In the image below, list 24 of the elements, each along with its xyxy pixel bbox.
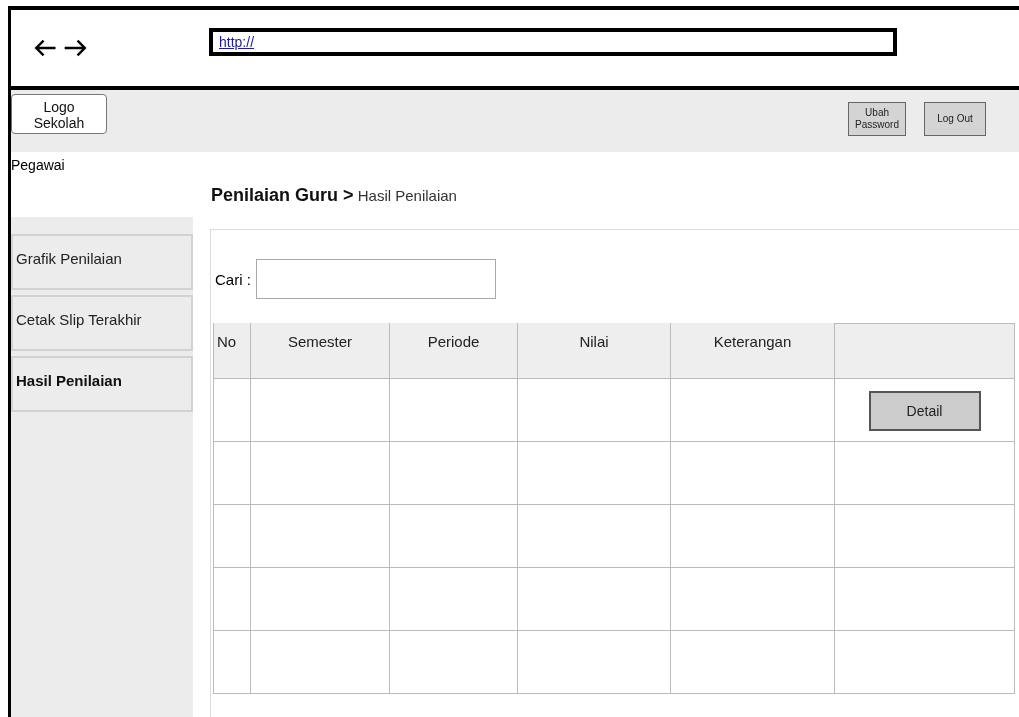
back-forward-arrows-icon[interactable] — [33, 37, 89, 59]
column-header: Nilai — [518, 323, 671, 379]
column-header: Keterangan — [671, 323, 835, 379]
search-field[interactable] — [255, 259, 496, 299]
sidebar-title: Pegawai — [11, 156, 66, 175]
url-link[interactable]: http:// — [219, 34, 255, 50]
table-cell — [213, 631, 251, 694]
detail-button[interactable]: Detail — [868, 391, 981, 431]
table-cell — [213, 505, 251, 568]
header-button[interactable]: Log Out — [924, 102, 986, 136]
header-button[interactable]: Ubah Password — [848, 102, 906, 136]
breadcrumb: Penilaian Guru > Hasil Penilaian — [211, 184, 458, 207]
table-cell — [213, 442, 251, 505]
column-header: Semester — [251, 323, 390, 379]
table-cell — [213, 568, 251, 631]
table-cell — [213, 379, 251, 442]
search-label: Cari : — [215, 270, 251, 288]
address-bar[interactable]: http:// — [209, 28, 897, 56]
sidebar-item[interactable]: Hasil Penilaian — [11, 356, 193, 412]
column-header: Periode — [390, 323, 518, 379]
column-header: No — [213, 323, 251, 379]
logo-button[interactable]: Logo Sekolah — [11, 94, 107, 134]
sidebar-item[interactable]: Cetak Slip Terakhir — [11, 295, 193, 351]
sidebar-item[interactable]: Grafik Penilaian — [11, 234, 193, 290]
